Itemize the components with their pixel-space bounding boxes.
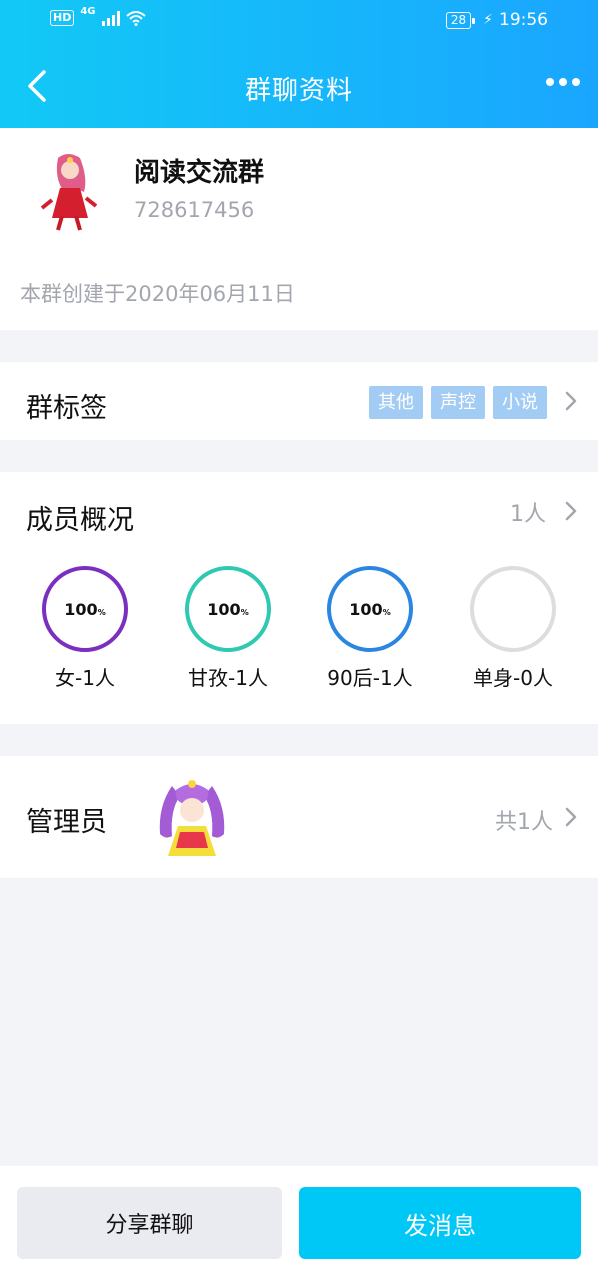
stat-label: 单身-0人: [473, 666, 553, 690]
admin-avatar: [150, 776, 234, 860]
stat-ring: [470, 566, 556, 652]
bottom-action-bar: 分享群聊 发消息: [0, 1166, 598, 1280]
tag-chip: 小说: [493, 386, 547, 419]
hd-indicator: HD: [50, 10, 75, 26]
chevron-right-icon: [565, 391, 577, 411]
stat-label: 女-1人: [55, 666, 115, 690]
group-id: 728617456: [134, 198, 255, 222]
group-info-card[interactable]: 阅读交流群 728617456 本群创建于2020年06月11日: [0, 128, 598, 330]
network-type: 4G: [80, 6, 96, 17]
group-name: 阅读交流群: [134, 158, 265, 188]
header-bar: HD 4G 28 ⚡ 19:56 群聊资料: [0, 0, 598, 128]
stat-region: 100% 甘孜-1人: [168, 566, 288, 691]
chevron-right-icon: [565, 807, 577, 827]
member-overview-label: 成员概况: [26, 505, 134, 536]
stat-gender: 100% 女-1人: [25, 566, 145, 691]
group-created-date: 本群创建于2020年06月11日: [20, 282, 295, 306]
percent-unit: %: [97, 607, 106, 617]
wifi-icon: [125, 11, 146, 26]
status-bar: HD 4G 28 ⚡ 19:56: [0, 6, 598, 36]
stat-ring: 100%: [42, 566, 128, 652]
share-group-button[interactable]: 分享群聊: [17, 1187, 282, 1259]
tag-chip: 其他: [369, 386, 423, 419]
stat-label: 甘孜-1人: [188, 666, 268, 690]
stat-percent: 100: [207, 599, 241, 619]
stat-age: 100% 90后-1人: [310, 566, 430, 691]
charging-icon: ⚡: [483, 12, 493, 28]
admin-label: 管理员: [26, 807, 107, 838]
group-tags-label: 群标签: [26, 393, 107, 424]
tag-chip: 声控: [431, 386, 485, 419]
stat-ring: 100%: [185, 566, 271, 652]
battery-icon: 28: [445, 11, 476, 29]
chevron-right-icon[interactable]: [564, 500, 578, 522]
page-title: 群聊资料: [244, 76, 353, 106]
group-tags-row[interactable]: 群标签 其他 声控 小说: [0, 362, 598, 440]
more-options-icon[interactable]: [546, 78, 580, 86]
admin-row[interactable]: 管理员 共1人: [0, 756, 598, 878]
clock: 19:56: [499, 10, 548, 30]
signal-icon: [101, 10, 120, 26]
stat-percent: 100: [349, 599, 383, 619]
stat-single: 单身-0人: [453, 566, 573, 691]
stat-percent: 100: [64, 599, 98, 619]
member-overview-section: 成员概况 1人 100% 女-1人 100% 甘孜-1人 100% 90后-1人…: [0, 472, 598, 724]
member-count[interactable]: 1人: [510, 496, 546, 528]
group-avatar: [28, 148, 108, 232]
admin-count: 共1人: [495, 810, 553, 835]
percent-unit: %: [240, 607, 249, 617]
stat-label: 90后-1人: [327, 666, 413, 690]
percent-unit: %: [382, 607, 391, 617]
group-tags-list: 其他 声控 小说: [369, 386, 547, 419]
stat-ring: 100%: [327, 566, 413, 652]
send-message-button[interactable]: 发消息: [299, 1187, 581, 1259]
